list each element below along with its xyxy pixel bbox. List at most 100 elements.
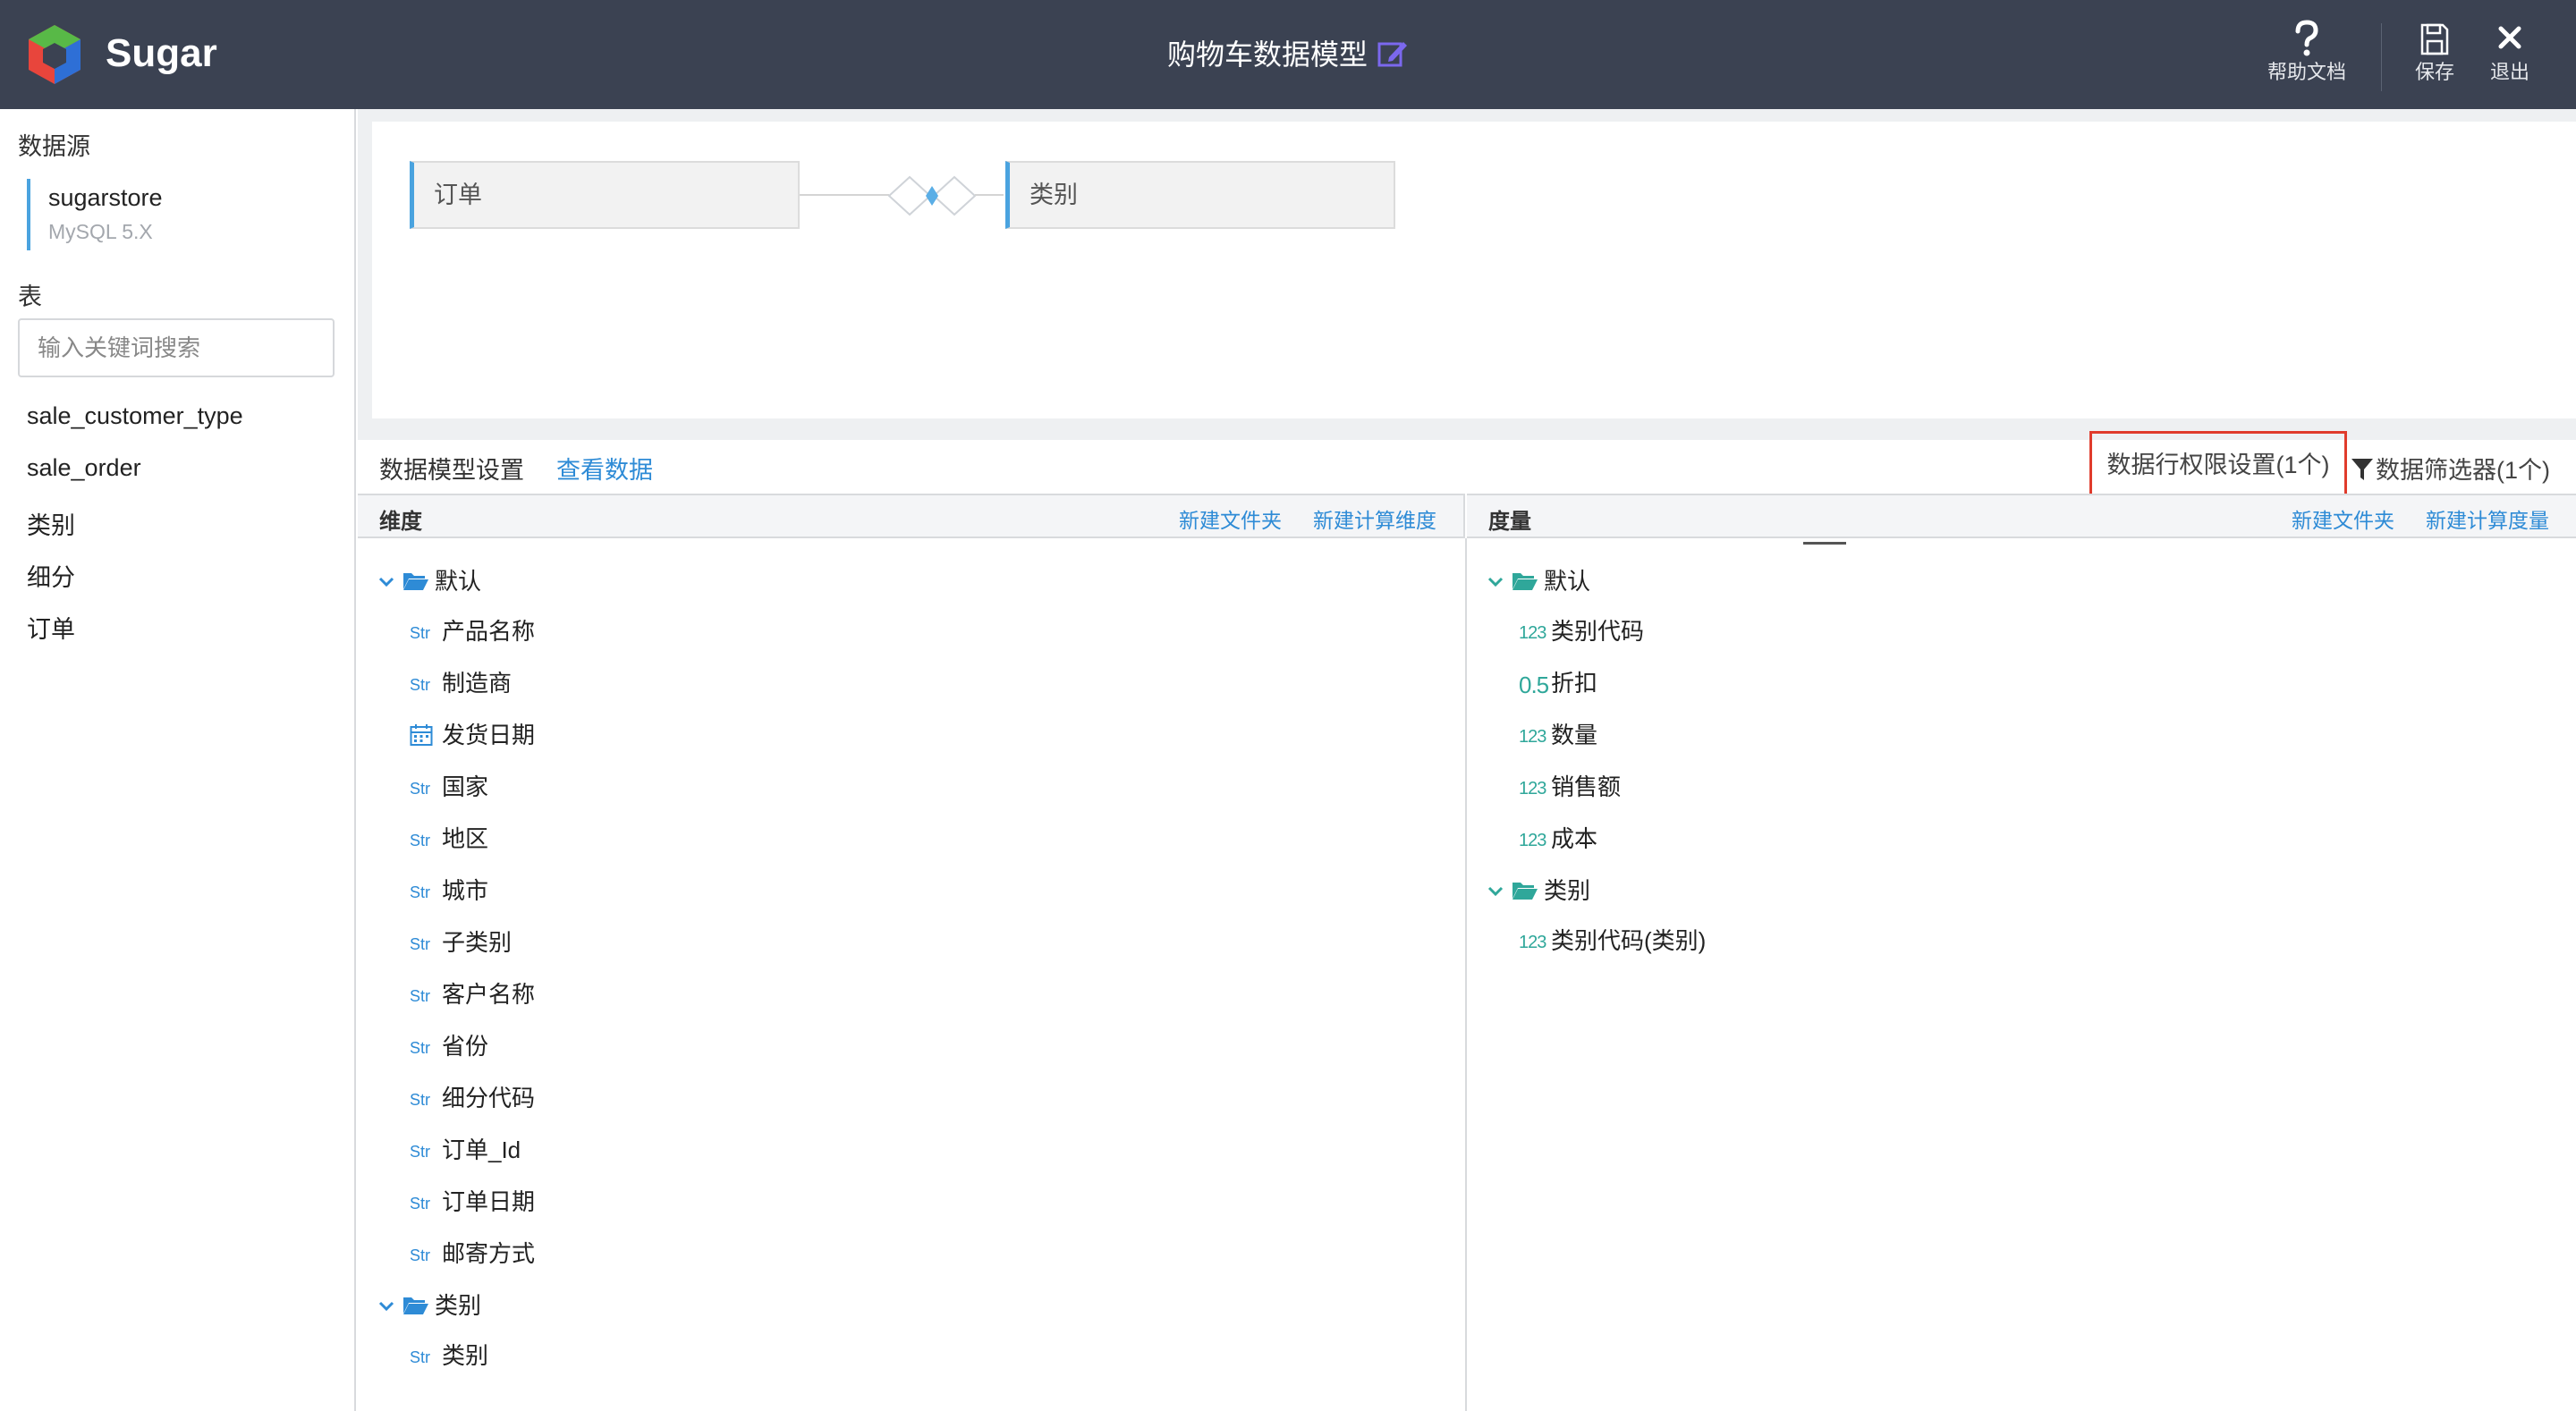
row-permission-button[interactable]: 数据行权限设置(1个) (2089, 431, 2347, 499)
measure-field[interactable]: 123 数量 (1519, 717, 1597, 753)
join-diamond-icon[interactable] (887, 175, 977, 216)
table-item-category[interactable]: 类别 (27, 506, 75, 541)
string-type-icon: Str (410, 935, 431, 954)
help-label: 帮助文档 (2267, 61, 2346, 83)
new-calc-measure-link[interactable]: 新建计算度量 (2426, 503, 2549, 534)
dimension-folder-category[interactable]: 类别 (377, 1288, 481, 1323)
datasource-item[interactable]: sugarstore MySQL 5.X (27, 179, 331, 250)
integer-type-icon: 123 (1519, 623, 1546, 644)
field-name: 类别代码(类别) (1551, 927, 1707, 954)
string-type-icon: Str (410, 1246, 431, 1265)
datasource-type: MySQL 5.X (48, 220, 153, 243)
field-name: 销售额 (1551, 773, 1622, 800)
table-section-title: 表 (18, 283, 42, 310)
measure-field[interactable]: 123 类别代码(类别) (1519, 923, 1706, 959)
diagram-canvas: 订单 类别 (372, 122, 2576, 418)
dimension-field[interactable]: Str 地区 (410, 821, 488, 857)
help-button[interactable]: 帮助文档 (2258, 20, 2356, 91)
integer-type-icon: 123 (1519, 727, 1546, 748)
field-name: 产品名称 (442, 618, 536, 645)
string-type-icon: Str (410, 1195, 431, 1213)
measure-folder-default[interactable]: 默认 (1487, 563, 1590, 599)
calendar-icon (410, 724, 433, 746)
string-type-icon: Str (410, 832, 431, 850)
exit-label: 退出 (2489, 61, 2529, 83)
data-filter-button[interactable]: 数据筛选器(1个) (2351, 451, 2550, 486)
string-type-icon: Str (410, 883, 431, 902)
tab-view-data[interactable]: 查看数据 (556, 451, 653, 486)
field-name: 城市 (442, 877, 489, 904)
folder-name: 默认 (435, 568, 482, 595)
measure-list: 默认 123 类别代码 0.5 折扣 123 数量 123 销售额 123 成本 类别 1… (1467, 538, 2576, 1411)
question-icon (2295, 20, 2318, 56)
dimension-field[interactable]: Str 城市 (410, 873, 488, 908)
integer-type-icon: 123 (1519, 933, 1546, 953)
dimension-field[interactable]: Str 省份 (410, 1028, 488, 1064)
folder-name: 默认 (1544, 568, 1591, 595)
integer-type-icon: 123 (1519, 831, 1546, 851)
dimension-field[interactable]: Str 订单日期 (410, 1184, 535, 1220)
measure-folder-category[interactable]: 类别 (1487, 873, 1590, 908)
table-item-order[interactable]: 订单 (27, 610, 75, 645)
folder-open-icon (403, 573, 428, 590)
dimension-field[interactable]: Str 细分代码 (410, 1080, 535, 1116)
chevron-down-icon (378, 577, 394, 587)
header-divider (2381, 23, 2382, 91)
chevron-down-icon (378, 1301, 394, 1312)
field-name: 订单_Id (442, 1136, 521, 1163)
folder-name: 类别 (1544, 877, 1591, 904)
dimension-field[interactable]: Str 子类别 (410, 925, 512, 960)
dimension-field[interactable]: Str 订单_Id (410, 1132, 521, 1168)
table-item-sale-customer-type[interactable]: sale_customer_type (27, 402, 243, 430)
data-filter-label: 数据筛选器(1个) (2376, 457, 2550, 484)
measure-new-folder-link[interactable]: 新建文件夹 (2292, 503, 2394, 534)
measure-field[interactable]: 123 销售额 (1519, 769, 1621, 805)
measure-field[interactable]: 123 成本 (1519, 821, 1597, 857)
field-name: 数量 (1551, 722, 1598, 748)
diagram-area: 订单 类别 (358, 109, 2576, 545)
field-name: 客户名称 (442, 981, 536, 1008)
model-title: 购物车数据模型 (1166, 38, 1368, 71)
edit-icon[interactable] (1377, 38, 1409, 70)
close-icon (2498, 26, 2521, 49)
new-calc-dimension-link[interactable]: 新建计算维度 (1313, 503, 1436, 534)
model-toolbar: 数据模型设置 查看数据 数据行权限设置(1个) 数据筛选器(1个) (358, 431, 2576, 499)
string-type-icon: Str (410, 676, 431, 695)
field-name: 类别代码 (1551, 618, 1645, 645)
top-header: Sugar 购物车数据模型 帮助文档 保存 退出 (0, 0, 2576, 109)
chevron-down-icon (1487, 577, 1504, 587)
node-order[interactable]: 订单 (410, 161, 800, 229)
string-type-icon: Str (410, 780, 431, 798)
chevron-down-icon (1487, 886, 1504, 897)
page-title: 购物车数据模型 (0, 32, 2576, 77)
dimension-field[interactable]: Str 制造商 (410, 665, 512, 701)
dimension-folder-default[interactable]: 默认 (377, 563, 481, 599)
folder-name: 类别 (435, 1292, 482, 1319)
dimension-field[interactable]: Str 类别 (410, 1338, 488, 1373)
string-type-icon: Str (410, 1143, 431, 1162)
dimension-field[interactable]: Str 产品名称 (410, 613, 535, 649)
tab-model-settings[interactable]: 数据模型设置 (379, 451, 524, 486)
dimension-field[interactable]: 发货日期 (410, 717, 535, 753)
table-search-input[interactable] (18, 318, 335, 377)
dimension-field[interactable]: Str 客户名称 (410, 976, 535, 1012)
field-name: 成本 (1551, 825, 1598, 852)
measure-title: 度量 (1488, 510, 1531, 534)
string-type-icon: Str (410, 624, 431, 643)
datasource-name: sugarstore (48, 184, 163, 211)
field-name: 类别 (442, 1342, 489, 1369)
measure-header: 度量 新建文件夹 新建计算度量 (1467, 494, 2576, 538)
dimension-new-folder-link[interactable]: 新建文件夹 (1179, 503, 1282, 534)
decimal-type-icon: 0.5 (1519, 672, 1549, 699)
exit-button[interactable]: 退出 (2481, 20, 2538, 91)
table-item-segment[interactable]: 细分 (27, 558, 75, 593)
table-item-sale-order[interactable]: sale_order (27, 454, 141, 482)
save-button[interactable]: 保存 (2406, 20, 2463, 91)
dimension-field[interactable]: Str 邮寄方式 (410, 1236, 535, 1272)
measure-field[interactable]: 123 类别代码 (1519, 613, 1644, 649)
folder-open-icon (1513, 883, 1538, 900)
measure-field[interactable]: 0.5 折扣 (1519, 665, 1597, 701)
node-category[interactable]: 类别 (1005, 161, 1395, 229)
dimension-field[interactable]: Str 国家 (410, 769, 488, 805)
field-name: 订单日期 (442, 1188, 536, 1215)
